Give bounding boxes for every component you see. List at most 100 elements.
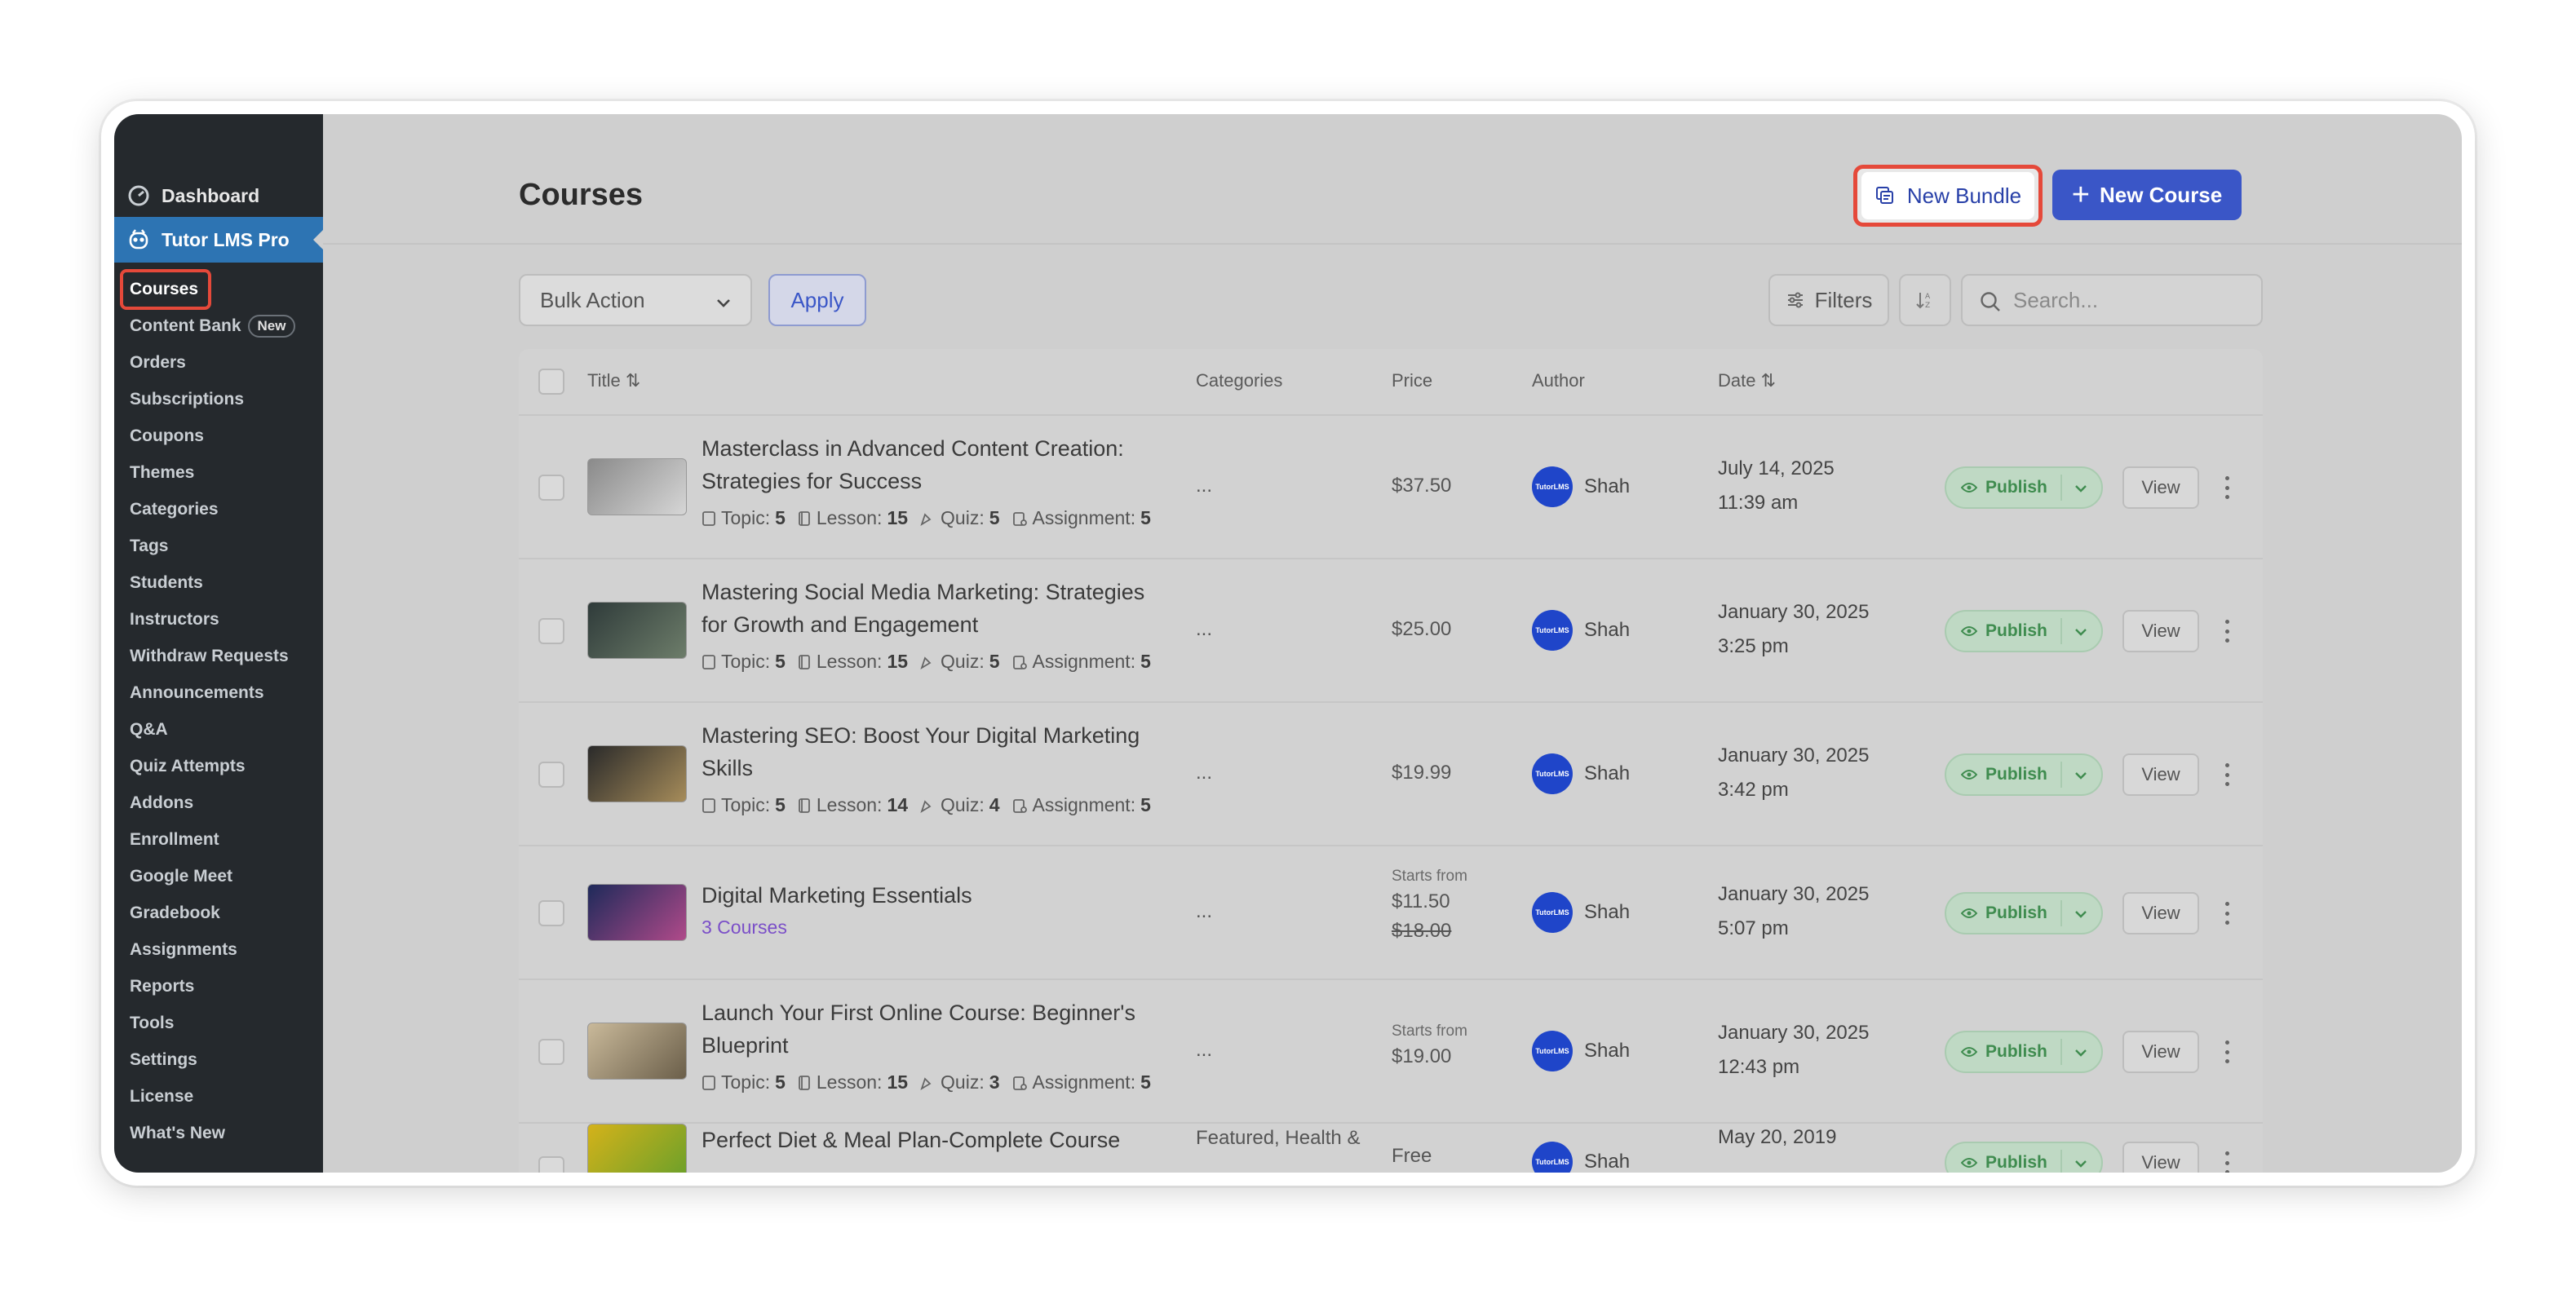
sidebar-item-content-bank[interactable]: Content Bank New [114,307,323,344]
apply-button[interactable]: Apply [768,274,866,326]
sidebar-item-whats-new[interactable]: What's New [114,1115,323,1151]
course-thumbnail[interactable] [587,1023,687,1080]
eye-icon [1961,1158,1977,1168]
new-course-button[interactable]: + New Course [2052,170,2242,220]
sidebar-item-orders[interactable]: Orders [114,344,323,381]
sidebar-submenu: Courses Content Bank New Orders Subscrip… [114,263,323,1151]
sidebar-item-assignments[interactable]: Assignments [114,931,323,968]
more-actions-icon[interactable] [2219,471,2235,504]
course-author[interactable]: TutorLMS Shah [1532,610,1630,651]
more-actions-icon[interactable] [2219,1036,2235,1068]
meta-label: Quiz: [941,507,985,528]
more-actions-icon[interactable] [2219,1146,2235,1173]
column-date[interactable]: Date ⇅ [1718,370,1776,391]
sidebar-item-tools[interactable]: Tools [114,1005,323,1041]
page-title: Courses [519,178,644,212]
course-thumbnail[interactable] [587,1124,687,1173]
row-checkbox[interactable] [538,475,564,501]
course-thumbnail[interactable] [587,884,687,941]
sidebar-item-announcements[interactable]: Announcements [114,674,323,711]
course-author[interactable]: TutorLMS Shah [1532,892,1630,933]
new-bundle-label: New Bundle [1906,183,2022,208]
view-button[interactable]: View [2122,892,2199,934]
status-dropdown[interactable]: Publish [1945,1031,2103,1073]
author-name: Shah [1584,1151,1631,1173]
sidebar-item-settings[interactable]: Settings [114,1041,323,1078]
sidebar-item-label: Tags [130,536,169,555]
course-thumbnail[interactable] [587,745,687,802]
row-checkbox[interactable] [538,900,564,926]
time-value: 11:39 am [1718,492,1799,514]
sidebar-item-addons[interactable]: Addons [114,784,323,821]
sidebar-item-enrollment[interactable]: Enrollment [114,821,323,858]
status-dropdown[interactable]: Publish [1945,610,2103,652]
sidebar-item-google-meet[interactable]: Google Meet [114,858,323,895]
sidebar-item-subscriptions[interactable]: Subscriptions [114,381,323,417]
course-title[interactable]: Masterclass in Advanced Content Creation… [702,432,1191,497]
sidebar-item-themes[interactable]: Themes [114,454,323,491]
row-checkbox[interactable] [538,618,564,644]
more-actions-icon[interactable] [2219,758,2235,791]
sidebar-item-label: Quiz Attempts [130,756,246,775]
sidebar-item-students[interactable]: Students [114,564,323,601]
tutor-owl-icon [127,228,150,251]
sidebar-item-qa[interactable]: Q&A [114,711,323,748]
course-author[interactable]: TutorLMS Shah [1532,1031,1630,1071]
course-thumbnail[interactable] [587,458,687,515]
more-actions-icon[interactable] [2219,615,2235,647]
date-value: July 14, 2025 [1718,457,1835,479]
search-input[interactable]: Search... [1961,274,2263,326]
bulk-action-select[interactable]: Bulk Action [519,274,752,326]
course-author[interactable]: TutorLMS Shah [1532,466,1630,507]
status-divider [2060,475,2062,501]
course-thumbnail[interactable] [587,602,687,659]
sort-button[interactable]: AZ [1899,274,1951,326]
courses-highlight: Courses [120,268,212,310]
column-categories: Categories [1196,370,1283,391]
sidebar-item-withdraw-requests[interactable]: Withdraw Requests [114,638,323,674]
sidebar-item-reports[interactable]: Reports [114,968,323,1005]
meta-label: Assignment: [1032,507,1136,528]
course-title[interactable]: Digital Marketing Essentials [702,879,1191,912]
sidebar-item-gradebook[interactable]: Gradebook [114,895,323,931]
sidebar-item-courses[interactable]: Courses [114,268,323,310]
course-author[interactable]: TutorLMS Shah [1532,1142,1630,1173]
quiz-icon [920,1076,932,1090]
sidebar-item-categories[interactable]: Categories [114,491,323,528]
sidebar-item-tags[interactable]: Tags [114,528,323,564]
row-checkbox[interactable] [538,1156,564,1173]
course-meta: Topic: 5 Lesson: 15 Quiz: 5 Assignment: 5 [702,651,1162,673]
sidebar-item-quiz-attempts[interactable]: Quiz Attempts [114,748,323,784]
course-author[interactable]: TutorLMS Shah [1532,753,1630,794]
sidebar-item-license[interactable]: License [114,1078,323,1115]
view-button[interactable]: View [2122,610,2199,652]
view-button[interactable]: View [2122,466,2199,509]
new-bundle-button[interactable]: New Bundle [1853,165,2043,227]
sidebar-item-coupons[interactable]: Coupons [114,417,323,454]
sidebar-item-instructors[interactable]: Instructors [114,601,323,638]
view-button[interactable]: View [2122,1142,2199,1173]
course-title[interactable]: Mastering SEO: Boost Your Digital Market… [702,719,1191,784]
bundle-courses-link[interactable]: 3 Courses [702,917,787,939]
status-dropdown[interactable]: Publish [1945,892,2103,934]
column-title[interactable]: Title ⇅ [587,370,640,391]
row-checkbox[interactable] [538,762,564,788]
course-title[interactable]: Mastering Social Media Marketing: Strate… [702,576,1191,641]
sidebar-item-dashboard[interactable]: Dashboard [114,175,323,217]
course-title[interactable]: Launch Your First Online Course: Beginne… [702,996,1191,1062]
more-actions-icon[interactable] [2219,897,2235,930]
status-dropdown[interactable]: Publish [1945,466,2103,509]
date-value: January 30, 2025 [1718,601,1870,623]
course-price: $25.00 [1392,618,1452,640]
filters-button[interactable]: Filters [1768,274,1889,326]
row-checkbox[interactable] [538,1039,564,1065]
course-title[interactable]: Perfect Diet & Meal Plan-Complete Course [702,1124,1191,1156]
status-dropdown[interactable]: Publish [1945,1142,2103,1173]
sidebar-item-tutor-lms[interactable]: Tutor LMS Pro [114,217,323,263]
view-button[interactable]: View [2122,1031,2199,1073]
column-title-label: Title [587,370,621,391]
status-dropdown[interactable]: Publish [1945,753,2103,796]
select-all-checkbox[interactable] [538,369,564,395]
view-button[interactable]: View [2122,753,2199,796]
topic-icon [702,654,715,669]
